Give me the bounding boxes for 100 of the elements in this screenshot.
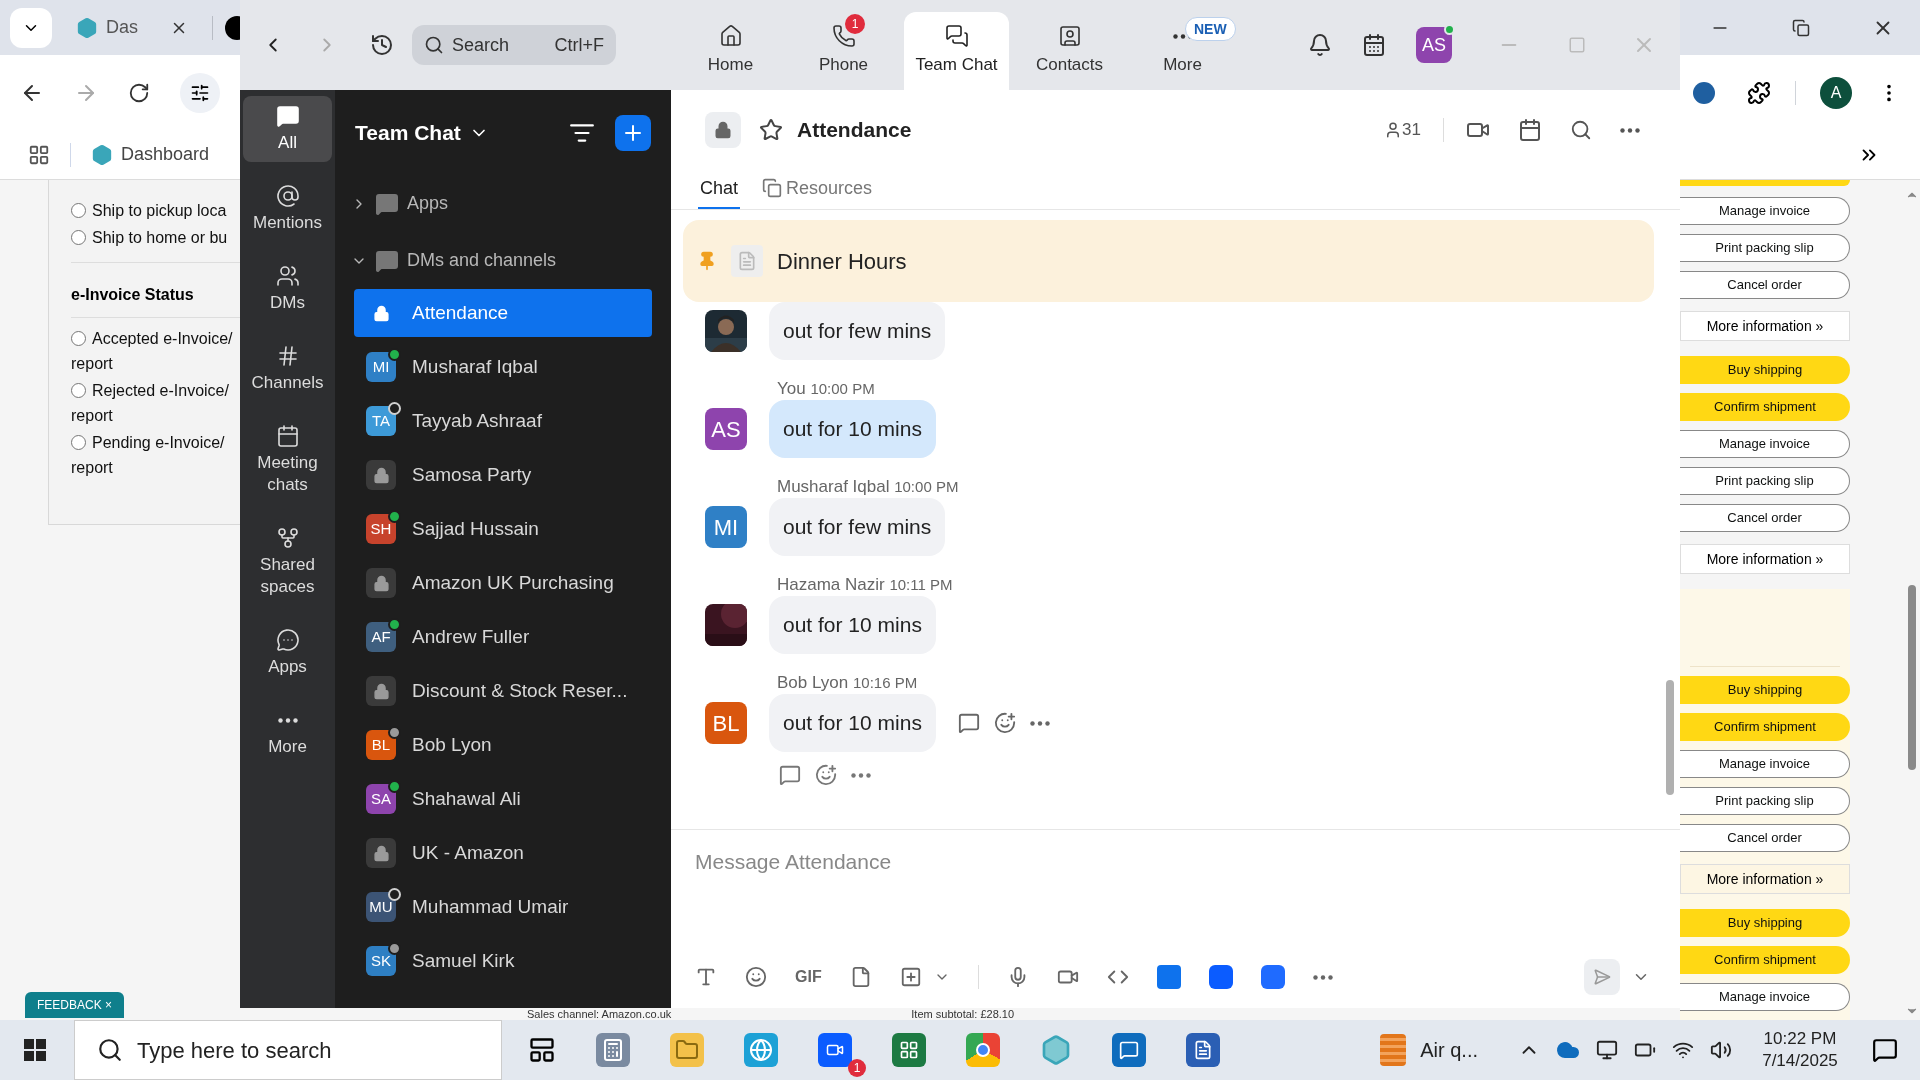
notifications-icon[interactable] bbox=[1872, 1037, 1898, 1063]
nav-tab[interactable]: Contacts bbox=[1017, 12, 1122, 90]
nav-tab[interactable]: 1 Phone bbox=[791, 12, 896, 90]
radio-button[interactable] bbox=[71, 383, 86, 398]
action-button[interactable]: Manage invoice bbox=[1680, 983, 1850, 1011]
more-information-button[interactable]: More information » bbox=[1680, 544, 1850, 574]
action-button[interactable]: Cancel order bbox=[1680, 824, 1850, 852]
task-view-icon[interactable] bbox=[528, 1036, 556, 1064]
more-information-button[interactable]: More information » bbox=[1680, 864, 1850, 894]
conversation-item[interactable]: MU Muhammad Umair bbox=[354, 883, 652, 931]
extensions-icon[interactable] bbox=[1747, 80, 1771, 105]
bookmark-link[interactable]: Dashboard bbox=[91, 141, 210, 168]
action-button[interactable]: Confirm shipment bbox=[1680, 946, 1850, 974]
nav-tab[interactable]: Home bbox=[678, 12, 783, 90]
conversation-item[interactable]: SK Samuel Kirk bbox=[354, 937, 652, 985]
radio-button[interactable] bbox=[71, 435, 86, 450]
more-icon[interactable] bbox=[1312, 974, 1333, 980]
rail-item[interactable]: Channels bbox=[243, 336, 332, 402]
member-count[interactable]: 31 bbox=[1384, 117, 1421, 143]
rail-item[interactable]: Apps bbox=[243, 620, 332, 686]
restore-icon[interactable] bbox=[1792, 18, 1810, 37]
rail-item[interactable]: More bbox=[243, 700, 332, 766]
star-icon[interactable] bbox=[759, 118, 783, 142]
scrollbar-thumb[interactable] bbox=[1666, 680, 1674, 795]
history-icon[interactable] bbox=[370, 33, 394, 57]
more-icon[interactable] bbox=[1029, 720, 1050, 726]
action-button[interactable]: Buy shipping bbox=[1680, 909, 1850, 937]
extension-icon[interactable] bbox=[1693, 81, 1715, 104]
conversation-item[interactable]: Discount & Stock Reser... bbox=[354, 667, 652, 715]
search-field[interactable]: Search Ctrl+F bbox=[412, 25, 616, 65]
network-icon[interactable] bbox=[1596, 1039, 1618, 1061]
conversation-item[interactable]: TA Tayyab Ashraaf bbox=[354, 397, 652, 445]
rail-item[interactable]: Shared spaces bbox=[243, 518, 332, 606]
volume-icon[interactable] bbox=[1710, 1039, 1732, 1061]
radio-button[interactable] bbox=[71, 230, 86, 245]
bell-icon[interactable] bbox=[1308, 33, 1332, 57]
conversation-item[interactable]: BL Bob Lyon bbox=[354, 721, 652, 769]
app-icon[interactable] bbox=[1156, 965, 1181, 989]
new-chat-button[interactable] bbox=[615, 114, 651, 151]
action-button[interactable]: Manage invoice bbox=[1680, 197, 1850, 225]
conversation-item[interactable]: SA Shahawal Ali bbox=[354, 775, 652, 823]
spreadsheet-icon[interactable] bbox=[892, 1033, 926, 1067]
conversation-item[interactable]: Samosa Party bbox=[354, 451, 652, 499]
conversation-item[interactable]: AF Andrew Fuller bbox=[354, 613, 652, 661]
more-icon[interactable] bbox=[277, 717, 298, 723]
calendar-icon[interactable] bbox=[1362, 33, 1386, 57]
action-button[interactable]: Buy shipping bbox=[1680, 356, 1850, 384]
action-button[interactable]: Manage invoice bbox=[1680, 750, 1850, 778]
radio-button[interactable] bbox=[71, 203, 86, 218]
message-input[interactable]: Message Attendance bbox=[695, 846, 1656, 878]
action-button[interactable]: Print packing slip bbox=[1680, 787, 1850, 815]
radio-button[interactable] bbox=[71, 331, 86, 346]
video-app-icon[interactable] bbox=[818, 1033, 852, 1067]
action-button[interactable]: Cancel order bbox=[1680, 271, 1850, 299]
conversation-item[interactable]: Amazon UK Purchasing bbox=[354, 559, 652, 607]
folder-icon[interactable] bbox=[670, 1033, 704, 1067]
mail-icon[interactable] bbox=[1112, 1033, 1146, 1067]
action-button[interactable]: Cancel order bbox=[1680, 504, 1850, 532]
document-icon[interactable] bbox=[1186, 1033, 1220, 1067]
action-button[interactable]: Manage invoice bbox=[1680, 430, 1850, 458]
calculator-icon[interactable] bbox=[596, 1033, 630, 1067]
section-header[interactable]: DMs and channels bbox=[335, 232, 671, 289]
reaction-icon[interactable] bbox=[993, 712, 1016, 734]
action-button[interactable]: Confirm shipment bbox=[1680, 713, 1850, 741]
emoji-icon[interactable] bbox=[745, 966, 767, 988]
reaction-icon[interactable] bbox=[815, 764, 837, 786]
action-button[interactable]: Print packing slip bbox=[1680, 467, 1850, 495]
search-icon[interactable] bbox=[1570, 119, 1592, 141]
user-avatar[interactable]: AS bbox=[1416, 27, 1452, 63]
gif-button[interactable]: GIF bbox=[795, 965, 822, 989]
text-format-icon[interactable] bbox=[695, 966, 717, 988]
app-icon[interactable] bbox=[1260, 965, 1285, 989]
nav-tab[interactable]: NEW More bbox=[1130, 12, 1235, 90]
rail-item[interactable]: Mentions bbox=[243, 176, 332, 242]
action-button[interactable]: Print packing slip bbox=[1680, 234, 1850, 262]
more-icon[interactable] bbox=[1620, 127, 1640, 133]
chat-tab[interactable]: Chat bbox=[698, 169, 741, 209]
rail-item[interactable]: All bbox=[243, 96, 332, 162]
browser-icon[interactable] bbox=[744, 1033, 778, 1067]
rail-item[interactable]: Meeting chats bbox=[243, 416, 332, 504]
reload-icon[interactable] bbox=[128, 81, 150, 104]
start-icon[interactable] bbox=[24, 1039, 46, 1061]
scrollbar-thumb[interactable] bbox=[1908, 585, 1916, 770]
search-field[interactable]: Type here to search bbox=[74, 1020, 502, 1080]
pinned-title[interactable]: Dinner Hours bbox=[777, 244, 907, 278]
screenshot-icon[interactable] bbox=[899, 966, 922, 988]
feedback-button[interactable]: FEEDBACK × bbox=[25, 992, 125, 1018]
action-button[interactable]: Buy shipping bbox=[1680, 676, 1850, 704]
clock[interactable]: 10:22 PM 7/14/2025 bbox=[1750, 1028, 1850, 1072]
more-information-button[interactable]: More information » bbox=[1680, 311, 1850, 341]
conversation-item[interactable]: Attendance bbox=[354, 289, 652, 337]
reply-icon[interactable] bbox=[957, 712, 980, 734]
conversation-item[interactable]: SH Sajjad Hussain bbox=[354, 505, 652, 553]
sidebar-title[interactable]: Team Chat bbox=[355, 116, 461, 149]
reply-icon[interactable] bbox=[779, 764, 801, 786]
chat-tab[interactable]: Resources bbox=[760, 169, 875, 209]
action-button[interactable]: Confirm shipment bbox=[1680, 393, 1850, 421]
site-info-icon[interactable] bbox=[190, 82, 210, 103]
send-button[interactable] bbox=[1584, 959, 1620, 995]
app-icon[interactable] bbox=[1208, 965, 1233, 989]
